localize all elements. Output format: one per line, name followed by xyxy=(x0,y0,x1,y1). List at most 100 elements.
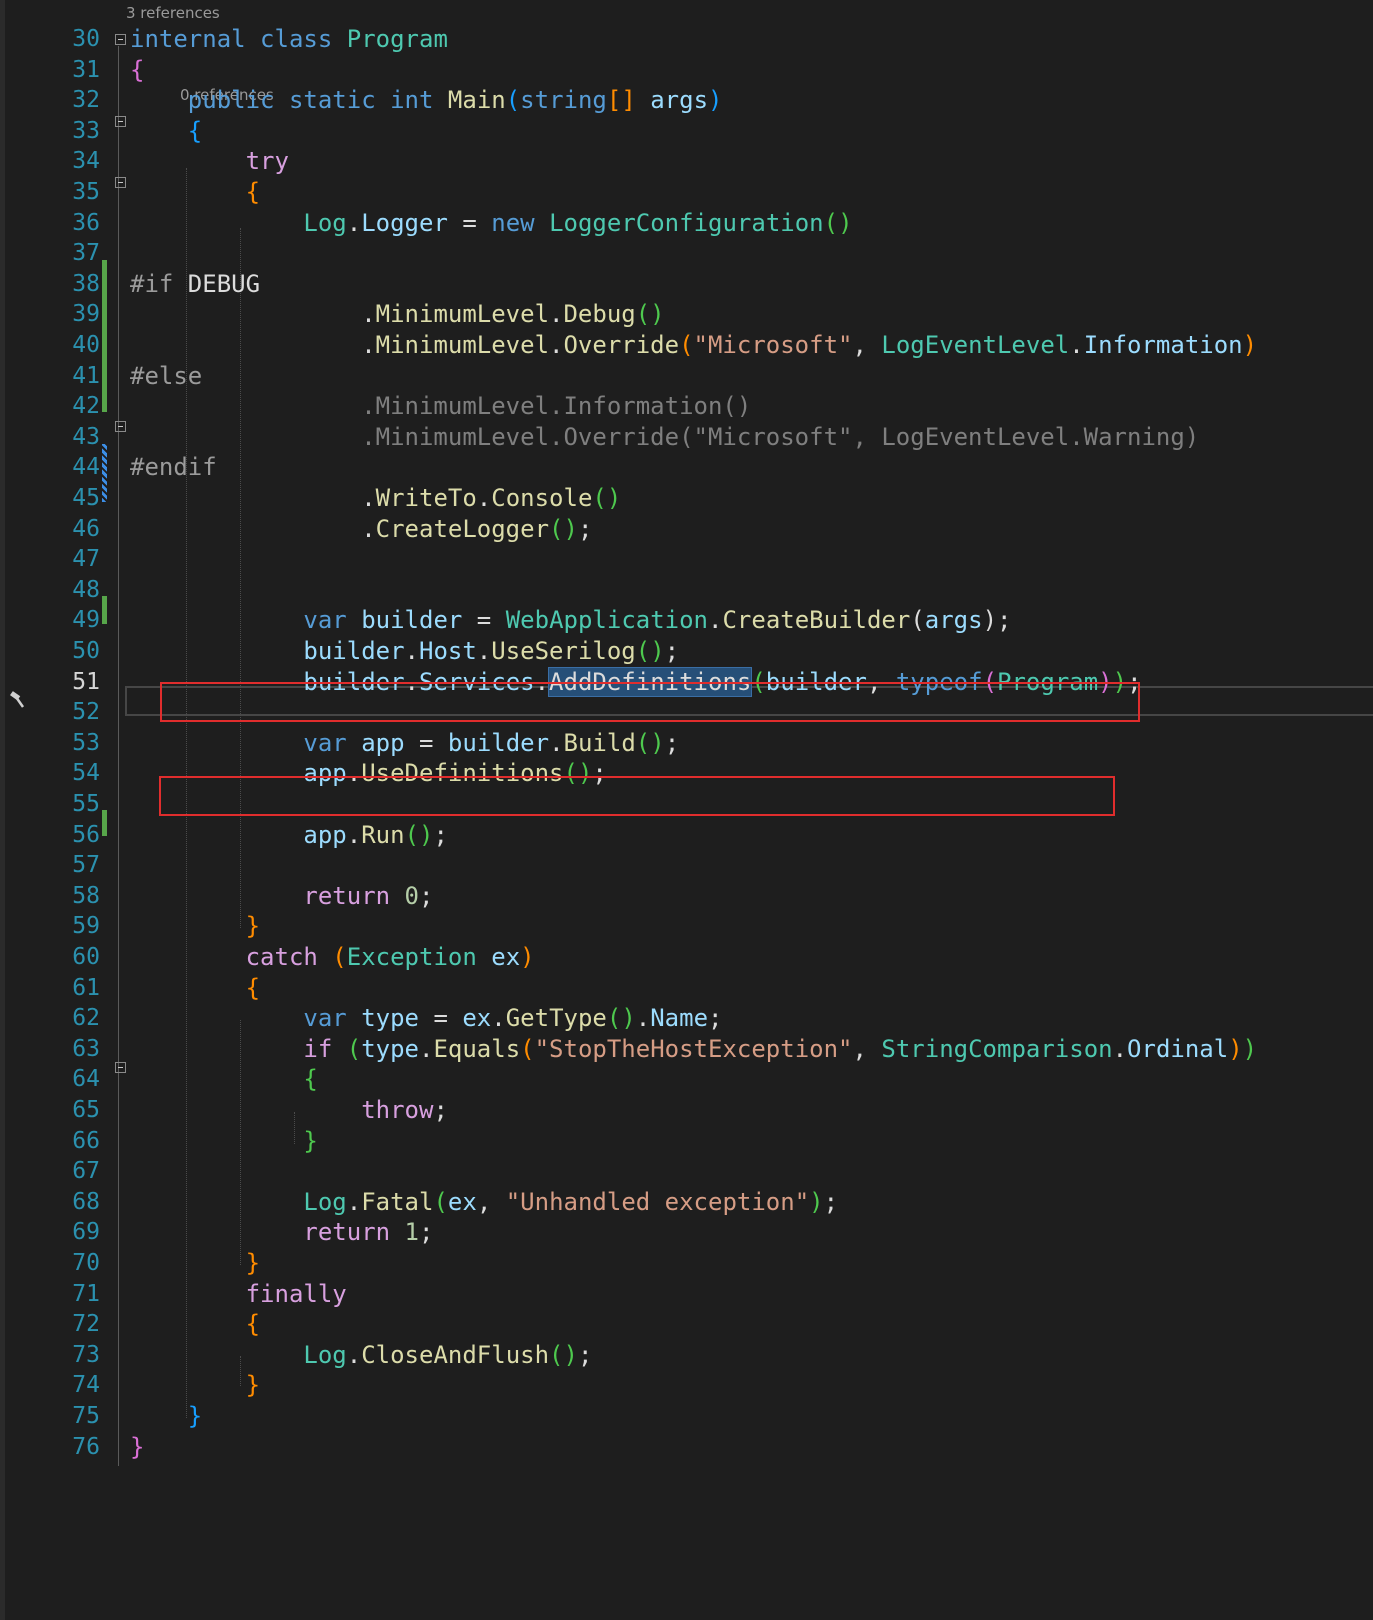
code-line[interactable]: 36 Log.Logger = new LoggerConfiguration(… xyxy=(0,208,1373,239)
code-line[interactable]: 33 { xyxy=(0,116,1373,147)
code-text[interactable]: { xyxy=(130,177,260,208)
code-line[interactable]: 73 Log.CloseAndFlush(); xyxy=(0,1340,1373,1371)
code-token: Name xyxy=(650,1004,709,1033)
code-token: LoggerConfiguration xyxy=(549,208,824,237)
code-editor[interactable]: 3 references 0 references 30 internal cla… xyxy=(0,0,1373,1620)
code-text[interactable]: #if DEBUG xyxy=(130,269,260,300)
code-line[interactable]: 57 xyxy=(0,850,1373,881)
code-text[interactable]: } xyxy=(130,911,260,942)
code-line[interactable]: 56 app.Run(); xyxy=(0,820,1373,851)
line-number: 71 xyxy=(72,1280,100,1307)
code-line[interactable]: 32 public static int Main(string[] args) xyxy=(0,85,1373,116)
code-line[interactable]: 39 .MinimumLevel.Debug() xyxy=(0,299,1373,330)
code-line[interactable]: 48 xyxy=(0,575,1373,606)
code-token: DEBUG xyxy=(173,269,261,298)
code-text[interactable]: } xyxy=(130,1432,144,1463)
code-text[interactable]: Log.CloseAndFlush(); xyxy=(130,1340,592,1371)
code-text[interactable]: .WriteTo.Console() xyxy=(130,483,621,514)
code-text[interactable]: { xyxy=(130,55,144,86)
code-text[interactable]: .MinimumLevel.Override("Microsoft", LogE… xyxy=(130,422,1199,453)
code-text[interactable]: builder.Host.UseSerilog(); xyxy=(130,636,679,667)
code-text[interactable]: { xyxy=(130,973,260,1004)
code-line[interactable]: 30 internal class Program xyxy=(0,24,1373,55)
code-text[interactable]: Log.Fatal(ex, "Unhandled exception"); xyxy=(130,1187,838,1218)
code-text[interactable]: .MinimumLevel.Override("Microsoft", LogE… xyxy=(130,330,1257,361)
code-text[interactable]: internal class Program xyxy=(130,24,448,55)
code-line[interactable]: 72 { xyxy=(0,1309,1373,1340)
code-text[interactable]: .MinimumLevel.Information() xyxy=(130,391,751,422)
code-text[interactable]: var app = builder.Build(); xyxy=(130,728,679,759)
code-line[interactable]: 69 return 1; xyxy=(0,1217,1373,1248)
code-text[interactable]: catch (Exception ex) xyxy=(130,942,535,973)
code-line[interactable]: 64 { xyxy=(0,1064,1373,1095)
code-text[interactable]: if (type.Equals("StopTheHostException", … xyxy=(130,1034,1257,1065)
code-text[interactable]: { xyxy=(130,1309,260,1340)
code-line[interactable]: 58 return 0; xyxy=(0,881,1373,912)
code-line[interactable]: 67 xyxy=(0,1156,1373,1187)
code-text[interactable]: } xyxy=(130,1248,260,1279)
code-token: ( xyxy=(679,331,694,359)
code-text[interactable]: #else xyxy=(130,361,202,392)
code-line[interactable]: 47 xyxy=(0,544,1373,575)
code-line[interactable]: 35 { xyxy=(0,177,1373,208)
code-line[interactable]: 38 #if DEBUG xyxy=(0,269,1373,300)
code-line[interactable]: 43 .MinimumLevel.Override("Microsoft", L… xyxy=(0,422,1373,453)
code-line[interactable]: 34 try xyxy=(0,146,1373,177)
code-line[interactable]: 49 var builder = WebApplication.CreateBu… xyxy=(0,605,1373,636)
code-line[interactable]: 45 .WriteTo.Console() xyxy=(0,483,1373,514)
code-line[interactable]: 37 xyxy=(0,238,1373,269)
line-number: 43 xyxy=(72,423,100,450)
code-line[interactable]: 40 .MinimumLevel.Override("Microsoft", L… xyxy=(0,330,1373,361)
code-text[interactable]: .MinimumLevel.Debug() xyxy=(130,299,664,330)
code-text[interactable]: } xyxy=(130,1370,260,1401)
code-token: finally xyxy=(245,1279,347,1308)
code-line[interactable]: 41 #else xyxy=(0,361,1373,392)
code-line[interactable]: 74 } xyxy=(0,1370,1373,1401)
code-text[interactable]: return 0; xyxy=(130,881,433,912)
code-text[interactable]: .CreateLogger(); xyxy=(130,514,592,545)
code-line[interactable]: 50 builder.Host.UseSerilog(); xyxy=(0,636,1373,667)
code-line[interactable]: 62 var type = ex.GetType().Name; xyxy=(0,1003,1373,1034)
code-token: ) xyxy=(1242,331,1258,359)
code-text[interactable]: } xyxy=(130,1401,202,1432)
code-text[interactable]: return 1; xyxy=(130,1217,433,1248)
code-text[interactable]: finally xyxy=(130,1279,347,1310)
code-line[interactable]: 63 if (type.Equals("StopTheHostException… xyxy=(0,1034,1373,1065)
code-line[interactable]: 31 { xyxy=(0,55,1373,86)
code-text[interactable]: Log.Logger = new LoggerConfiguration() xyxy=(130,208,852,239)
code-line[interactable]: 46 .CreateLogger(); xyxy=(0,514,1373,545)
code-text[interactable]: var type = ex.GetType().Name; xyxy=(130,1003,722,1034)
code-text[interactable]: app.Run(); xyxy=(130,820,448,851)
code-text[interactable]: { xyxy=(130,1064,317,1095)
code-token: , xyxy=(852,331,882,359)
code-text[interactable]: try xyxy=(130,146,289,177)
code-line[interactable]: 71 finally xyxy=(0,1279,1373,1310)
code-token: . xyxy=(346,820,362,849)
code-line[interactable]: 61 { xyxy=(0,973,1373,1004)
code-line[interactable]: 59 } xyxy=(0,911,1373,942)
code-line[interactable]: 65 throw; xyxy=(0,1095,1373,1126)
code-token: "Unhandled exception" xyxy=(505,1187,810,1216)
codelens-class-references[interactable]: 3 references xyxy=(126,3,220,23)
code-text[interactable]: throw; xyxy=(130,1095,448,1126)
code-line[interactable]: 75 } xyxy=(0,1401,1373,1432)
code-text[interactable]: #endif xyxy=(130,452,217,483)
code-line[interactable]: 53 var app = builder.Build(); xyxy=(0,728,1373,759)
code-line[interactable]: 68 Log.Fatal(ex, "Unhandled exception"); xyxy=(0,1187,1373,1218)
code-line[interactable]: 76} xyxy=(0,1432,1373,1463)
code-line[interactable]: 44 #endif xyxy=(0,452,1373,483)
code-line[interactable]: 70 } xyxy=(0,1248,1373,1279)
code-line[interactable]: 42 .MinimumLevel.Information() xyxy=(0,391,1373,422)
code-line[interactable]: 66 } xyxy=(0,1126,1373,1157)
code-token: ; xyxy=(664,637,680,665)
code-text[interactable]: { xyxy=(130,116,202,147)
code-text[interactable]: public static int Main(string[] args) xyxy=(130,85,723,116)
code-text[interactable]: } xyxy=(130,1126,317,1157)
code-text[interactable]: var builder = WebApplication.CreateBuild… xyxy=(130,605,1011,636)
code-line[interactable]: 60 catch (Exception ex) xyxy=(0,942,1373,973)
